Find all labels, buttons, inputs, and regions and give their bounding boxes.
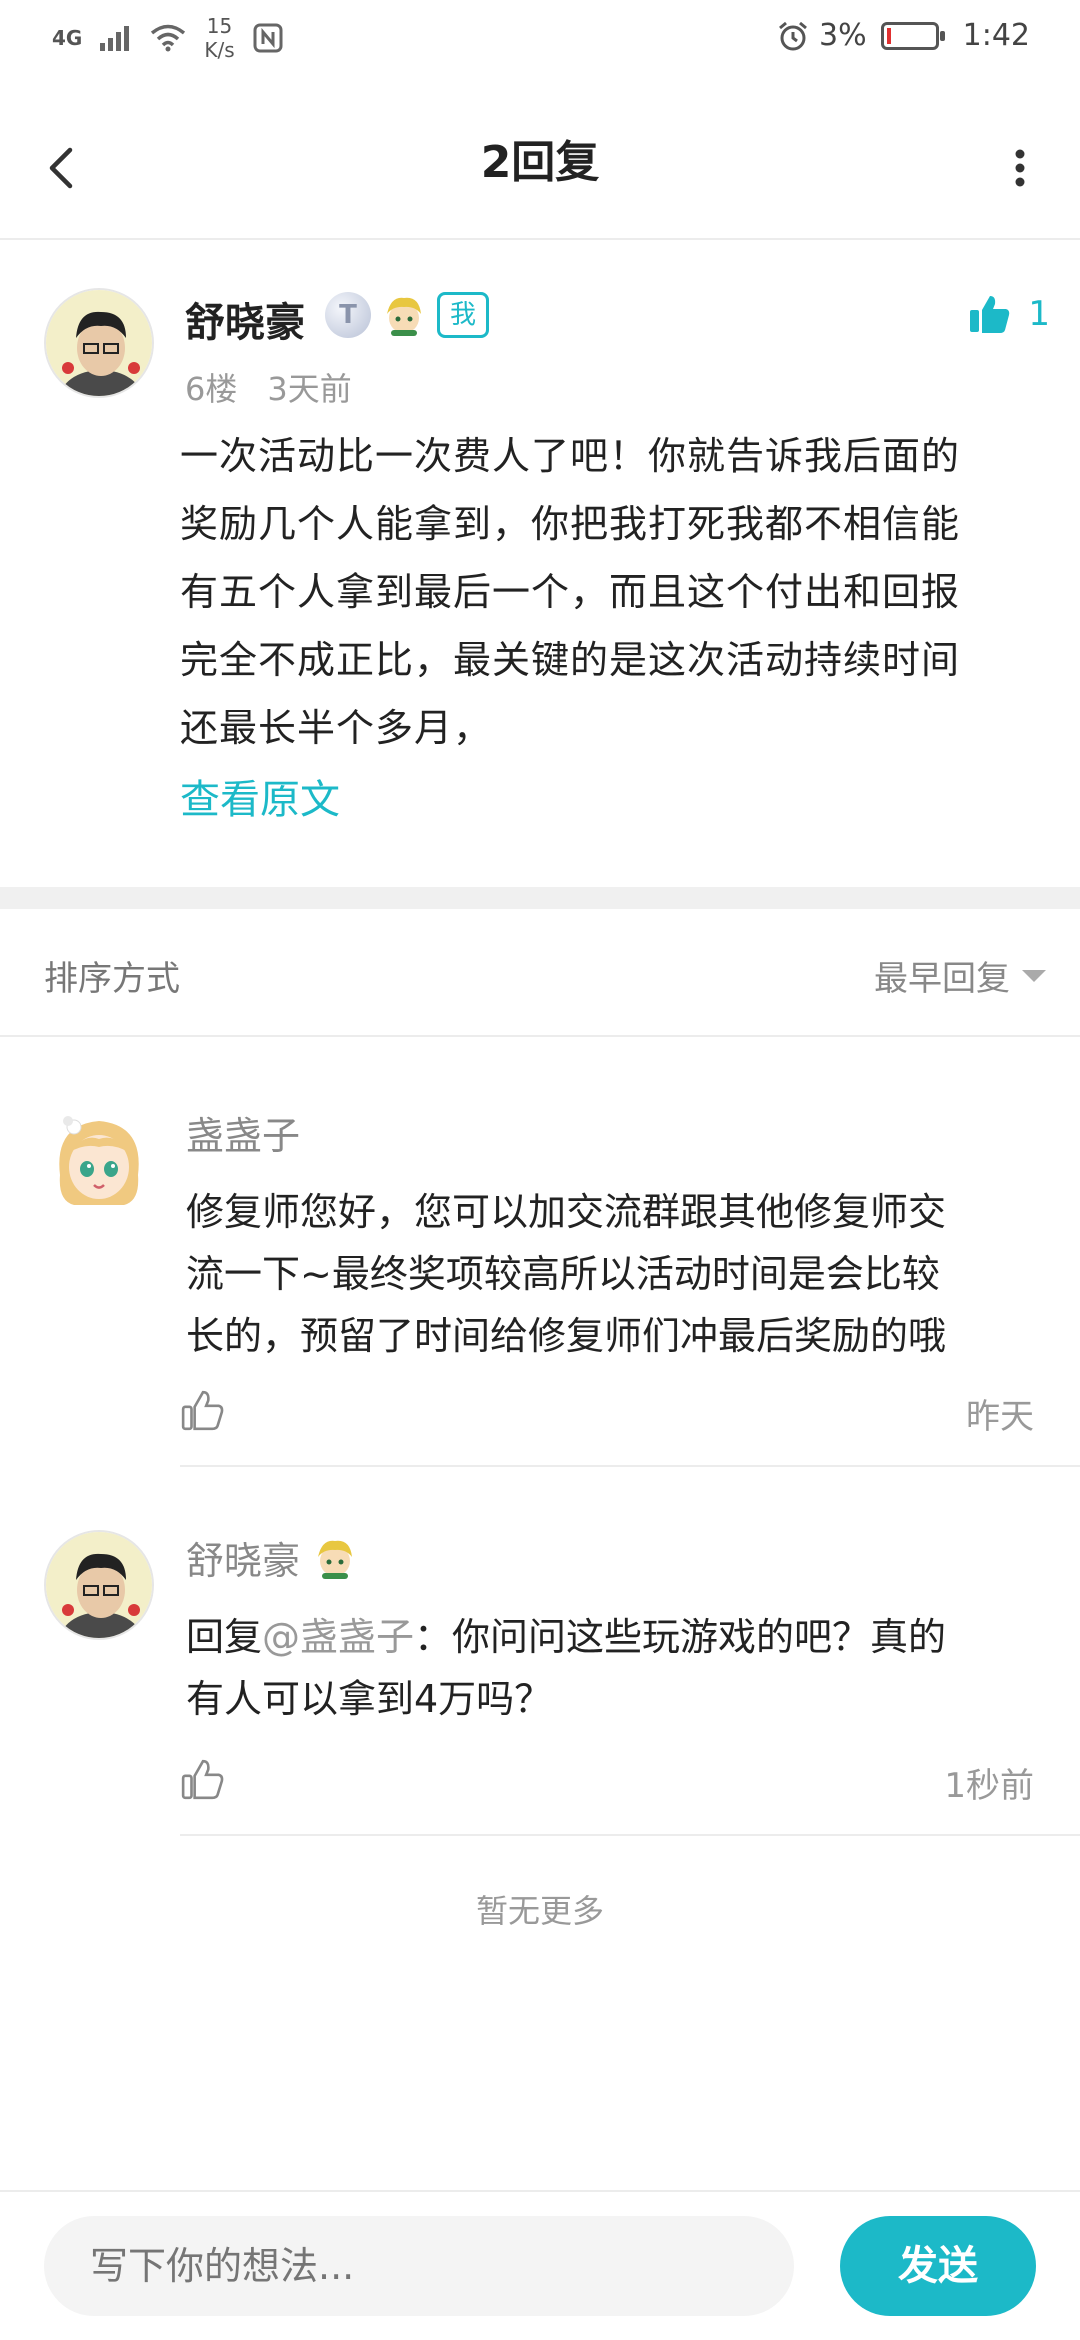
post-content: 一次活动比一次费人了吧！你就告诉我后面的 奖励几个人能拿到，你把我打死我都不相信… [180,422,1040,762]
signal-icon [100,26,130,51]
main-comment: 舒晓豪 T 我 1 6楼 3天前 一次活动比一次费人了吧！你就告诉我后面的 奖励几… [0,242,1080,887]
reply-author[interactable]: 盏盏子 [186,1105,300,1160]
user-avatar-icon [46,290,152,396]
network-speed: 15 K/s [204,14,234,62]
divider [180,1465,1080,1467]
reply-content: 修复师您好，您可以加交流群跟其他修复师交 流一下~最终奖项较高所以活动时间是会比… [186,1181,1046,1367]
mention-link[interactable]: @盏盏子 [262,1615,414,1659]
reply-author[interactable]: 舒晓豪 [186,1530,358,1585]
reply-author-name: 舒晓豪 [186,1539,301,1583]
sort-label: 排序方式 [44,959,180,999]
sort-bar: 排序方式 最早回复 [0,909,1080,1037]
avatar[interactable] [44,1105,154,1215]
comment-bar: 发送 [0,2190,1080,2340]
reply-line: 流一下~最终奖项较高所以活动时间是会比较 [186,1252,940,1296]
post-line: 有五个人拿到最后一个，而且这个付出和回报 [180,570,961,614]
like-count: 1 [1028,294,1050,334]
battery-percent: 3% [819,18,867,53]
more-options-button[interactable] [990,128,1050,208]
battery-icon [880,21,945,50]
reply-time: 1秒前 [944,1766,1034,1806]
speed-unit: K/s [204,38,235,62]
caret-down-icon [1022,969,1046,982]
author-name[interactable]: 舒晓豪 [185,290,305,348]
post-line: 完全不成正比，最关键的是这次活动持续时间 [180,638,961,682]
status-bar: 4G 15 K/s 3% 1:42 [0,0,1080,80]
character-badge-icon [387,297,421,336]
thumbs-up-outline-icon[interactable] [180,1387,226,1433]
post-time: 3天前 [267,370,352,408]
reply-line: 长的，预留了时间给修复师们冲最后奖励的哦 [186,1314,947,1358]
avatar[interactable] [44,288,154,398]
thumbs-up-outline-icon[interactable] [180,1756,226,1802]
reply-line-rest: ：你问问这些玩游戏的吧？真的 [414,1615,947,1659]
nfc-icon [253,23,283,53]
like-button[interactable]: 1 [968,292,1050,336]
avatar[interactable] [44,1530,154,1640]
floor-number: 6楼 [185,370,238,408]
reply-prefix: 回复 [186,1615,263,1659]
user-avatar-icon [46,1532,152,1638]
reply-line: 修复师您好，您可以加交流群跟其他修复师交 [186,1190,947,1234]
post-line: 一次活动比一次费人了吧！你就告诉我后面的 [180,434,961,478]
reply-time: 昨天 [966,1397,1034,1437]
me-badge: 我 [437,292,490,338]
thumbs-up-icon [970,296,1010,333]
reply-content: 回复@盏盏子：你问问这些玩游戏的吧？真的 有人可以拿到4万吗？ [186,1606,1046,1730]
anime-avatar-icon [44,1105,154,1215]
network-type: 4G [52,26,83,50]
speed-value: 15 [206,14,233,38]
post-line: 奖励几个人能拿到，你把我打死我都不相信能 [180,502,961,546]
page-title: 2回复 [480,137,600,188]
comment-input[interactable] [44,2216,794,2316]
wifi-icon [151,24,186,52]
no-more-label: 暂无更多 [475,1892,604,1930]
clock: 1:42 [962,18,1030,53]
reply-line: 有人可以拿到4万吗？ [186,1677,553,1721]
sort-dropdown[interactable]: 最早回复 [874,951,1046,1000]
level-badge: T [325,292,371,338]
reply-author-name: 盏盏子 [186,1114,301,1158]
more-vertical-icon [1015,149,1025,187]
post-meta: 6楼 3天前 [185,364,352,410]
alarm-icon [779,21,807,50]
view-original-link[interactable]: 查看原文 [180,767,340,825]
send-button[interactable]: 发送 [840,2216,1036,2316]
character-badge-icon [318,1540,353,1579]
divider [180,1834,1080,1836]
post-line: 还最长半个多月， [180,706,493,750]
reply-line: 回复@盏盏子：你问问这些玩游戏的吧？真的 [186,1606,1046,1668]
section-divider [0,887,1080,909]
sort-selected: 最早回复 [874,959,1010,999]
top-bar: 2回复 [0,90,1080,240]
